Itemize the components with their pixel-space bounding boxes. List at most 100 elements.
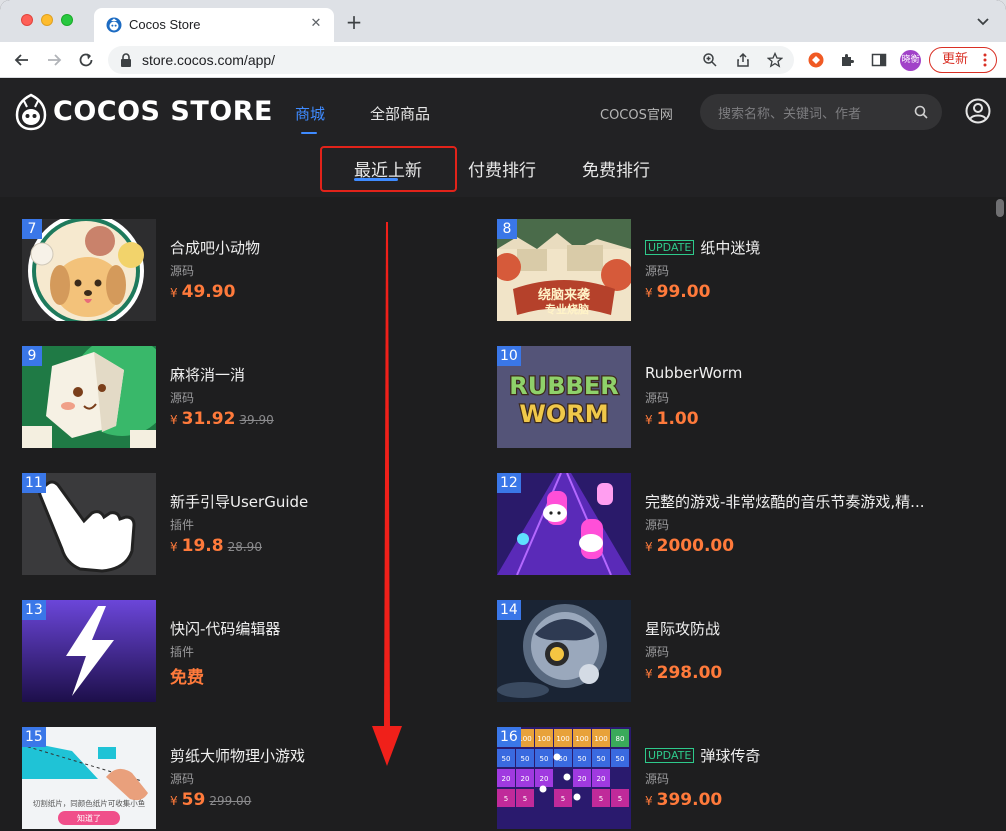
- price-value: 免费: [170, 668, 204, 688]
- product-price: ¥399.00: [645, 790, 722, 810]
- lock-icon[interactable]: [120, 53, 132, 67]
- search-icon[interactable]: [914, 105, 928, 119]
- search-input[interactable]: 搜索名称、关键词、作者: [718, 103, 861, 122]
- brick-number: 5: [504, 795, 508, 803]
- bookmark-star-icon[interactable]: [767, 52, 783, 68]
- product-card[interactable]: 7 合成吧小动物 源码 ¥49.90: [22, 219, 482, 321]
- brick-number: 5: [599, 795, 603, 803]
- brick-number: 100: [575, 735, 588, 743]
- thumb-caption: 切割纸片，同颜色纸片可收集小鱼: [33, 798, 146, 808]
- zoom-window-button[interactable]: [61, 14, 73, 26]
- currency-symbol: ¥: [170, 794, 178, 808]
- reload-icon[interactable]: [76, 50, 96, 70]
- subtab-active-indicator: [354, 178, 398, 181]
- rank-badge: 16: [497, 727, 521, 747]
- tab-free-ranking[interactable]: 免费排行: [582, 156, 650, 181]
- cocos-logo-icon[interactable]: [13, 93, 49, 131]
- product-thumbnail[interactable]: 7: [22, 219, 156, 321]
- product-title[interactable]: 剪纸大师物理小游戏: [170, 745, 305, 766]
- rank-badge: 11: [22, 473, 46, 493]
- product-thumbnail[interactable]: 12: [497, 473, 631, 575]
- extension-orange-icon[interactable]: [808, 52, 824, 68]
- product-category: 源码: [645, 772, 670, 786]
- user-account-icon[interactable]: [965, 98, 991, 124]
- browser-tab[interactable]: Cocos Store ✕: [94, 8, 334, 42]
- product-thumbnail[interactable]: 14: [497, 600, 631, 702]
- brick-number: 80: [616, 735, 625, 743]
- product-category: 源码: [645, 645, 670, 659]
- brick-number: 20: [521, 775, 530, 783]
- product-title[interactable]: 完整的游戏-非常炫酷的音乐节奏游戏,精...: [645, 491, 925, 512]
- scrollbar-thumb[interactable]: [996, 199, 1004, 217]
- price-value: 19.8: [181, 536, 224, 556]
- product-title[interactable]: 快闪-代码编辑器: [170, 618, 280, 639]
- thumb-button-label: 知道了: [77, 813, 101, 823]
- product-title[interactable]: 麻将消一消: [170, 364, 245, 385]
- tab-search-chevron-icon[interactable]: [976, 14, 990, 28]
- product-card[interactable]: 绕脑来袭 专业烧脑 8 UPDATE 纸中迷境 源码 ¥99.00: [497, 219, 957, 321]
- product-thumbnail[interactable]: 8010010010010010080505050505050502020202…: [497, 727, 631, 829]
- rank-badge: 7: [22, 219, 42, 239]
- site-logo-text[interactable]: COCOS STORE: [53, 96, 273, 127]
- back-arrow-icon[interactable]: [12, 50, 32, 70]
- product-thumbnail[interactable]: 13: [22, 600, 156, 702]
- cocos-favicon-icon: [106, 17, 122, 33]
- nav-store[interactable]: 商城: [295, 103, 325, 124]
- product-card[interactable]: 9 麻将消一消 源码 ¥31.92 39.90: [22, 346, 482, 448]
- side-panel-icon[interactable]: [871, 52, 887, 68]
- product-thumbnail[interactable]: RUBBER WORM 10: [497, 346, 631, 448]
- close-window-button[interactable]: [21, 14, 33, 26]
- product-card[interactable]: 8010010010010010080505050505050502020202…: [497, 727, 957, 829]
- brick-number: 20: [502, 775, 511, 783]
- product-title[interactable]: RubberWorm: [645, 364, 742, 382]
- tab-title: Cocos Store: [129, 17, 201, 32]
- url-text: store.cocos.com/app/: [142, 52, 276, 68]
- browser-update-button[interactable]: 更新: [929, 47, 997, 73]
- price-value: 2000.00: [656, 536, 735, 556]
- address-bar[interactable]: store.cocos.com/app/: [108, 46, 794, 74]
- product-title-text: 麻将消一消: [170, 366, 246, 384]
- product-category: 源码: [170, 772, 195, 786]
- brick-number: 20: [578, 775, 587, 783]
- share-icon[interactable]: [735, 52, 751, 68]
- product-card[interactable]: 12 完整的游戏-非常炫酷的音乐节奏游戏,精... 源码 ¥2000.00: [497, 473, 957, 575]
- product-list: 7 合成吧小动物 源码 ¥49.90 绕脑来袭 专业烧脑 8 UPDATE 纸中…: [0, 197, 1006, 831]
- product-title[interactable]: UPDATE 纸中迷境: [645, 237, 760, 258]
- product-card[interactable]: 13 快闪-代码编辑器 插件 免费: [22, 600, 482, 702]
- product-title[interactable]: UPDATE 弹球传奇: [645, 745, 760, 766]
- profile-avatar[interactable]: 晓衡: [900, 50, 921, 71]
- product-card[interactable]: 切割纸片，同颜色纸片可收集小鱼 知道了 15 剪纸大师物理小游戏 源码 ¥59 2…: [22, 727, 482, 829]
- product-thumbnail[interactable]: 绕脑来袭 专业烧脑 8: [497, 219, 631, 321]
- tab-paid-ranking[interactable]: 付费排行: [468, 156, 536, 181]
- currency-symbol: ¥: [645, 667, 653, 681]
- extensions-puzzle-icon[interactable]: [839, 52, 855, 68]
- product-card[interactable]: 14 星际攻防战 源码 ¥298.00: [497, 600, 957, 702]
- new-tab-icon[interactable]: +: [344, 12, 364, 32]
- nav-all-products[interactable]: 全部商品: [370, 103, 430, 124]
- search-box[interactable]: 搜索名称、关键词、作者: [700, 94, 942, 130]
- product-title-text: 纸中迷境: [700, 239, 761, 257]
- forward-arrow-icon[interactable]: [44, 50, 64, 70]
- product-card[interactable]: RUBBER WORM 10 RubberWorm 源码 ¥1.00: [497, 346, 957, 448]
- product-thumbnail[interactable]: 切割纸片，同颜色纸片可收集小鱼 知道了 15: [22, 727, 156, 829]
- product-card[interactable]: 11 新手引导UserGuide 插件 ¥19.8 28.90: [22, 473, 482, 575]
- price-value: 49.90: [181, 282, 236, 302]
- product-title[interactable]: 新手引导UserGuide: [170, 491, 308, 512]
- brick-number: 50: [597, 755, 606, 763]
- product-thumbnail[interactable]: 9: [22, 346, 156, 448]
- price-value: 298.00: [656, 663, 723, 683]
- rank-badge: 8: [497, 219, 517, 239]
- product-title[interactable]: 星际攻防战: [645, 618, 720, 639]
- more-vertical-icon: [983, 53, 987, 67]
- currency-symbol: ¥: [645, 413, 653, 427]
- product-thumbnail[interactable]: 11: [22, 473, 156, 575]
- brick-number: 5: [618, 795, 622, 803]
- product-price: ¥99.00: [645, 282, 710, 302]
- product-title-text: 完整的游戏-非常炫酷的音乐节奏游戏,精...: [645, 493, 925, 511]
- tab-close-icon[interactable]: ✕: [308, 16, 324, 32]
- brick-number: 20: [540, 775, 549, 783]
- product-title[interactable]: 合成吧小动物: [170, 237, 260, 258]
- minimize-window-button[interactable]: [41, 14, 53, 26]
- zoom-icon[interactable]: [702, 52, 718, 68]
- cocos-official-link[interactable]: COCOS官网: [600, 104, 673, 123]
